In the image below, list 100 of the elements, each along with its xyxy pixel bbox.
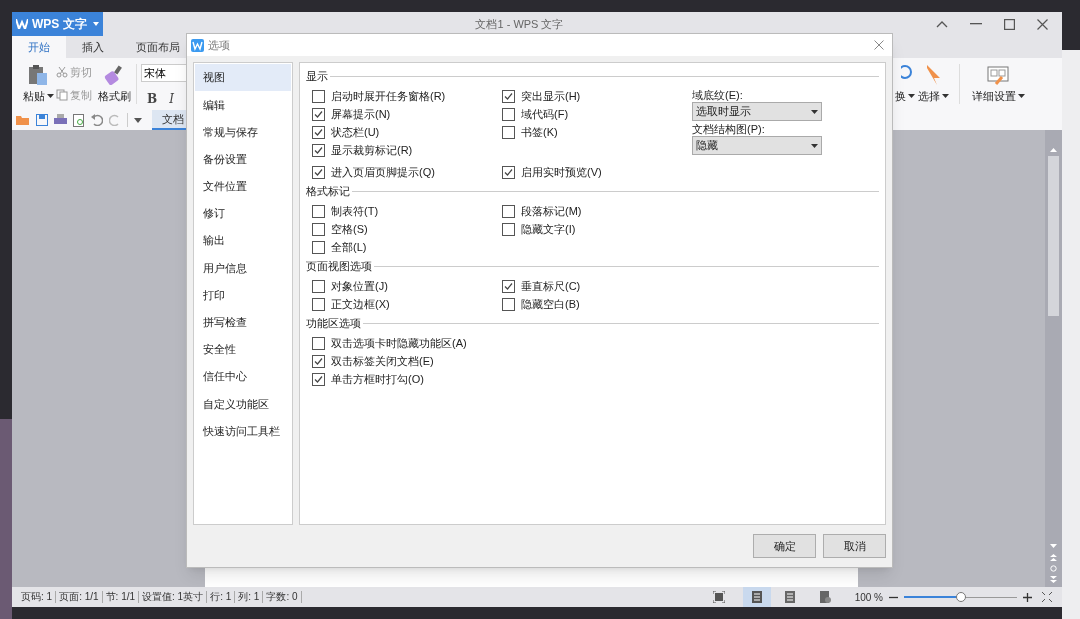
category-item[interactable]: 拼写检查 xyxy=(195,308,291,336)
dialog-button[interactable]: 确定 xyxy=(753,534,816,558)
section-heading: 格式标记 xyxy=(306,183,350,199)
outline-view-icon[interactable] xyxy=(784,591,795,603)
logo-icon xyxy=(191,38,204,52)
category-item[interactable]: 信任中心 xyxy=(195,363,291,391)
details-label[interactable]: 详细设置 xyxy=(971,88,1016,105)
fullscreen-icon[interactable] xyxy=(712,591,725,603)
checkbox[interactable] xyxy=(312,372,325,386)
checkbox-label: 单击方框时打勾(O) xyxy=(331,371,424,387)
checkbox-label: 垂直标尺(C) xyxy=(521,278,581,294)
checkbox[interactable] xyxy=(502,89,515,103)
checkbox[interactable] xyxy=(312,354,325,368)
checkbox[interactable] xyxy=(312,240,325,254)
caret-icon xyxy=(93,22,99,26)
dialog-button[interactable]: 取消 xyxy=(823,534,886,558)
web-view-icon[interactable] xyxy=(820,591,832,603)
dropdown-icon[interactable] xyxy=(134,117,142,123)
checkbox-label: 段落标记(M) xyxy=(521,203,582,219)
caret-icon xyxy=(908,94,915,99)
page-view-button[interactable] xyxy=(742,587,771,607)
save-icon[interactable] xyxy=(36,114,48,126)
checkbox[interactable] xyxy=(502,107,515,121)
maximize-icon[interactable] xyxy=(1004,18,1015,30)
checkbox-label: 域代码(F) xyxy=(521,106,569,122)
copy-icon xyxy=(56,88,68,101)
category-item[interactable]: 打印 xyxy=(195,281,291,309)
checkbox-label: 双击标签关闭文档(E) xyxy=(331,353,434,369)
status-item: 行: 1 xyxy=(207,591,236,603)
printer-icon[interactable] xyxy=(54,114,67,126)
checkbox-label: 书签(K) xyxy=(521,124,558,140)
vertical-scrollbar[interactable] xyxy=(1045,130,1062,587)
checkbox[interactable] xyxy=(502,279,515,293)
checkbox[interactable] xyxy=(312,222,325,236)
checkbox-label: 对象位置(J) xyxy=(331,278,388,294)
collapse-icon[interactable] xyxy=(936,20,948,28)
checkbox[interactable] xyxy=(312,165,325,179)
checkbox[interactable] xyxy=(502,165,515,179)
checkbox-label: 进入页眉页脚提示(Q) xyxy=(331,164,435,180)
scrollbar-thumb[interactable] xyxy=(1048,156,1059,316)
undo-icon[interactable] xyxy=(91,114,103,126)
category-item[interactable]: 常规与保存 xyxy=(195,118,291,146)
replace-label[interactable]: 换 xyxy=(895,88,906,105)
page-icon xyxy=(751,591,762,603)
checkbox-label: 正文边框(X) xyxy=(331,296,390,312)
dropdown[interactable]: 隐藏 xyxy=(692,136,822,155)
dialog-title: 选项 xyxy=(208,37,230,53)
checkmark-icon xyxy=(504,91,513,101)
checkbox[interactable] xyxy=(312,125,325,139)
minimize-icon[interactable] xyxy=(970,23,982,25)
checkbox[interactable] xyxy=(312,279,325,293)
category-item[interactable]: 修订 xyxy=(195,199,291,228)
checkbox[interactable] xyxy=(312,204,325,218)
category-item[interactable]: 备份设置 xyxy=(195,145,291,173)
status-item: 设置值: 1英寸 xyxy=(139,591,208,603)
category-item[interactable]: 输出 xyxy=(195,227,291,255)
category-item[interactable]: 用户信息 xyxy=(195,254,291,282)
paste-label[interactable]: 粘贴 xyxy=(22,88,45,105)
checkbox[interactable] xyxy=(502,297,515,311)
checkbox[interactable] xyxy=(312,336,325,350)
category-item[interactable]: 自定义功能区 xyxy=(195,390,291,418)
checkbox[interactable] xyxy=(312,107,325,121)
checkmark-icon xyxy=(314,167,323,177)
format-painter-label[interactable]: 格式刷 xyxy=(97,88,131,105)
caret-icon xyxy=(941,94,949,99)
caret-icon xyxy=(811,143,818,148)
app-name: WPS 文字 xyxy=(32,16,87,33)
checkbox[interactable] xyxy=(312,143,325,157)
zoom-in-icon[interactable] xyxy=(1023,592,1032,602)
select-label[interactable]: 选择 xyxy=(917,88,940,105)
category-item[interactable]: 编辑 xyxy=(195,91,291,119)
print-preview-icon[interactable] xyxy=(73,113,85,127)
category-item[interactable]: 安全性 xyxy=(195,335,291,364)
app-menu-button[interactable]: WPS 文字 xyxy=(12,12,103,36)
bold-button[interactable]: B xyxy=(147,90,158,108)
clipboard-icon[interactable] xyxy=(27,64,49,86)
status-item: 列: 1 xyxy=(235,591,264,603)
category-item[interactable]: 视图 xyxy=(195,64,291,92)
fit-window-icon[interactable] xyxy=(1042,592,1052,602)
checkbox-label: 启动时展开任务窗格(R) xyxy=(331,88,446,104)
checkbox-label: 空格(S) xyxy=(331,221,368,237)
checkmark-icon xyxy=(504,281,513,291)
close-icon[interactable] xyxy=(1037,18,1048,30)
category-item[interactable]: 文件位置 xyxy=(195,172,291,200)
dropdown-label: 文档结构图(P): xyxy=(692,122,766,136)
close-icon[interactable] xyxy=(874,40,884,50)
dropdown[interactable]: 选取时显示 xyxy=(692,102,822,121)
checkbox[interactable] xyxy=(312,297,325,311)
checkbox[interactable] xyxy=(502,222,515,236)
category-item[interactable]: 快速访问工具栏 xyxy=(195,417,291,445)
checkbox-label: 双击选项卡时隐藏功能区(A) xyxy=(331,335,467,351)
checkbox-label: 显示裁剪标记(R) xyxy=(331,142,413,158)
checkbox[interactable] xyxy=(312,89,325,103)
ribbon-tab[interactable]: 插入 xyxy=(66,36,120,58)
ribbon-tab[interactable]: 开始 xyxy=(12,36,66,58)
italic-button[interactable]: I xyxy=(169,90,174,108)
checkbox[interactable] xyxy=(502,125,515,139)
checkbox[interactable] xyxy=(502,204,515,218)
zoom-slider-thumb[interactable] xyxy=(955,592,966,602)
zoom-slider[interactable] xyxy=(904,592,1017,602)
